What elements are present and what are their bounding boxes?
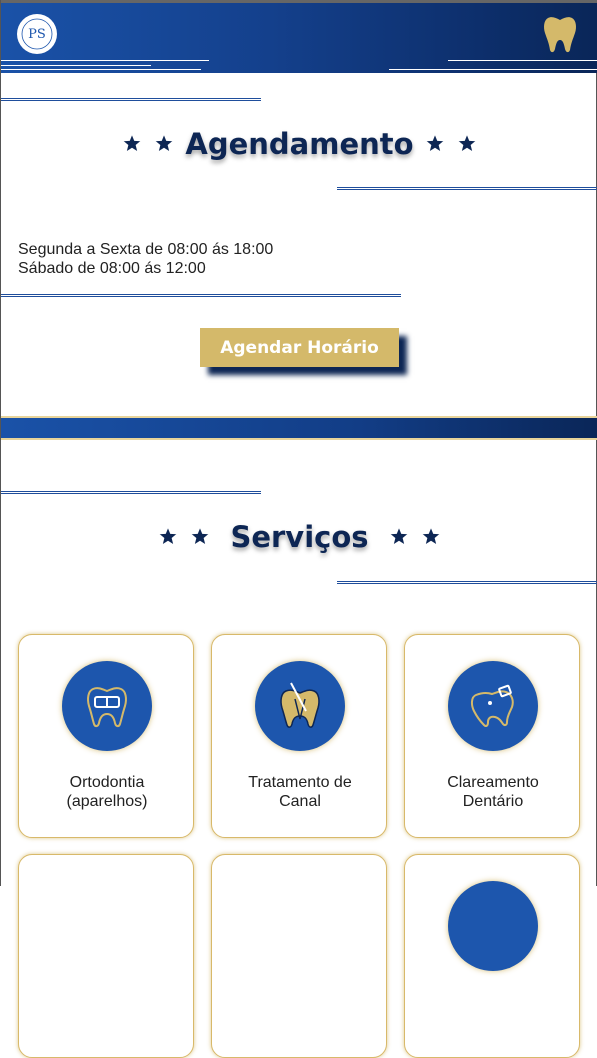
service-icon-circle — [448, 661, 538, 751]
star-icon — [421, 526, 441, 546]
service-icon-circle — [62, 661, 152, 751]
star-icon — [425, 133, 445, 153]
service-card-root-canal[interactable]: Tratamento de Canal — [211, 634, 387, 838]
star-icon — [457, 133, 477, 153]
braces-tooth-icon — [87, 687, 127, 728]
services-title: Serviços — [230, 520, 369, 554]
service-icon-circle — [255, 661, 345, 751]
ps-logo[interactable]: PS — [17, 14, 57, 54]
service-card[interactable] — [404, 854, 580, 1058]
header-line — [1, 69, 201, 70]
tooth-icon[interactable] — [542, 14, 578, 54]
decor-line — [1, 98, 261, 101]
ps-monogram-icon: PS — [21, 18, 53, 50]
header-line — [1, 65, 151, 66]
whitening-tooth-icon — [470, 684, 514, 727]
service-label: Ortodontia (aparelhos) — [66, 774, 148, 810]
section-divider-band — [1, 416, 597, 440]
service-card[interactable] — [18, 854, 194, 1058]
service-icon-circle — [448, 881, 538, 971]
header-line — [448, 60, 597, 61]
svg-text:PS: PS — [28, 27, 46, 42]
service-card[interactable] — [211, 854, 387, 1058]
opening-hours: Segunda a Sexta de 08:00 ás 18:00 Sábado… — [18, 240, 273, 278]
app-header: PS — [1, 0, 597, 73]
book-appointment-button[interactable]: Agendar Horário — [200, 328, 399, 367]
decor-line — [1, 294, 401, 297]
header-line — [389, 69, 597, 70]
schedule-title: Agendamento — [185, 127, 414, 161]
header-line — [1, 60, 209, 61]
decor-line — [337, 581, 597, 584]
service-card-whitening[interactable]: Clareamento Dentário — [404, 634, 580, 838]
hours-saturday: Sábado de 08:00 ás 12:00 — [18, 260, 206, 277]
service-label: Clareamento Dentário — [447, 774, 539, 810]
decor-line — [1, 491, 261, 494]
root-canal-icon — [280, 682, 320, 728]
hours-weekdays: Segunda a Sexta de 08:00 ás 18:00 — [18, 241, 274, 258]
star-icon — [389, 526, 409, 546]
service-card-orthodontics[interactable]: Ortodontia (aparelhos) — [18, 634, 194, 838]
decor-line — [337, 187, 597, 190]
service-label: Tratamento de Canal — [248, 774, 352, 810]
